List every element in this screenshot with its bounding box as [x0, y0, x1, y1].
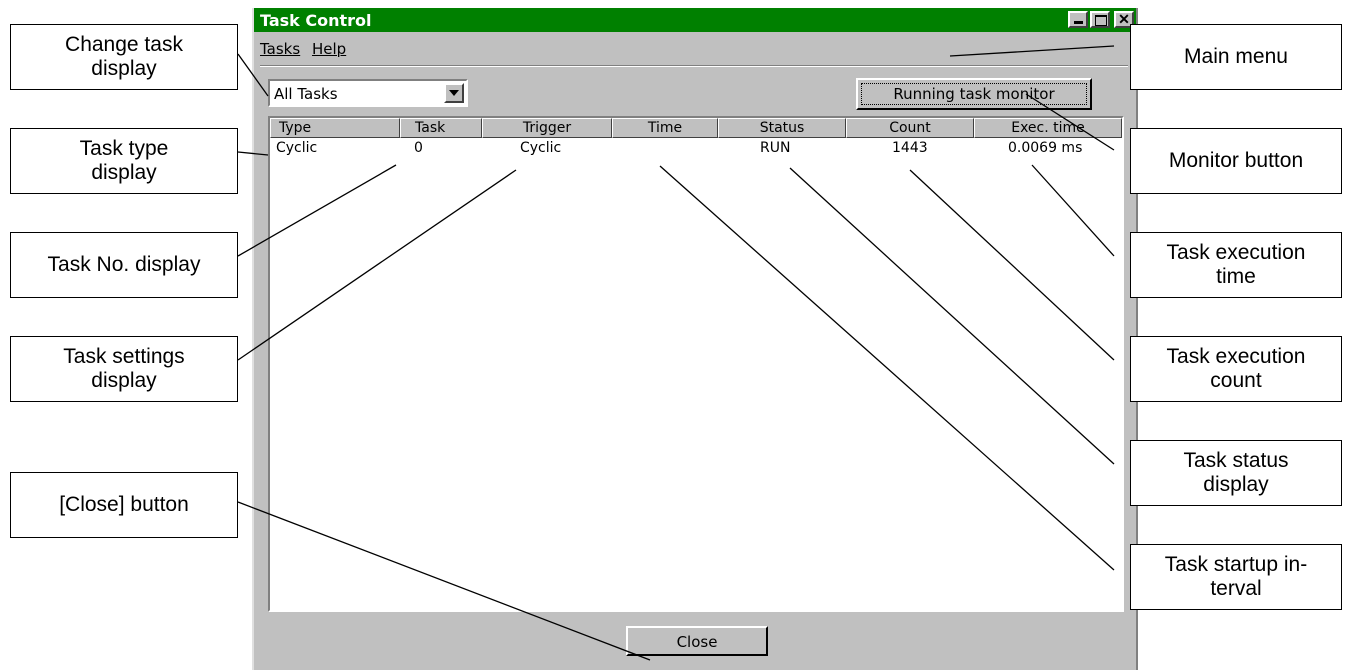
callout-task-no-display: Task No. display: [10, 232, 238, 298]
leader-task-type-display: [237, 151, 269, 156]
callout-monitor-button: Monitor button: [1130, 128, 1342, 194]
callout-close-button-text: [Close] button: [59, 493, 189, 516]
leader-task-execution-time: [1031, 164, 1115, 257]
callout-task-startup-interval: Task startup in- terval: [1130, 544, 1342, 610]
callout-task-settings-display: Task settings display: [10, 336, 238, 402]
leader-close-button: [237, 501, 651, 661]
callout-change-task-display-text: Change task display: [65, 33, 183, 80]
callout-task-type-display-text: Task type display: [79, 137, 169, 184]
callout-main-menu-text: Main menu: [1184, 45, 1288, 68]
callout-task-execution-count: Task execution count: [1130, 336, 1342, 402]
callout-main-menu: Main menu: [1130, 24, 1342, 90]
callout-task-status-display: Task status display: [1130, 440, 1342, 506]
leader-change-task-display: [237, 53, 269, 97]
leader-monitor-button: [1025, 93, 1115, 151]
callout-task-execution-time-text: Task execution time: [1166, 241, 1306, 288]
callout-task-startup-interval-text: Task startup in- terval: [1164, 553, 1308, 600]
leader-main-menu: [949, 45, 1115, 57]
callout-change-task-display: Change task display: [10, 24, 238, 90]
callout-task-execution-count-text: Task execution count: [1166, 345, 1306, 392]
callout-task-execution-time: Task execution time: [1130, 232, 1342, 298]
leader-task-startup-interval: [659, 165, 1115, 571]
callout-task-settings-display-text: Task settings display: [63, 345, 185, 392]
leader-task-status-display: [789, 167, 1115, 465]
leader-task-settings-display: [237, 169, 517, 361]
callout-task-type-display: Task type display: [10, 128, 238, 194]
callout-monitor-button-text: Monitor button: [1168, 149, 1304, 172]
callout-close-button: [Close] button: [10, 472, 238, 538]
leader-task-execution-count: [909, 169, 1115, 361]
callout-task-status-display-text: Task status display: [1183, 449, 1289, 496]
callout-task-no-display-text: Task No. display: [47, 253, 201, 276]
leader-task-no-display: [237, 164, 397, 257]
